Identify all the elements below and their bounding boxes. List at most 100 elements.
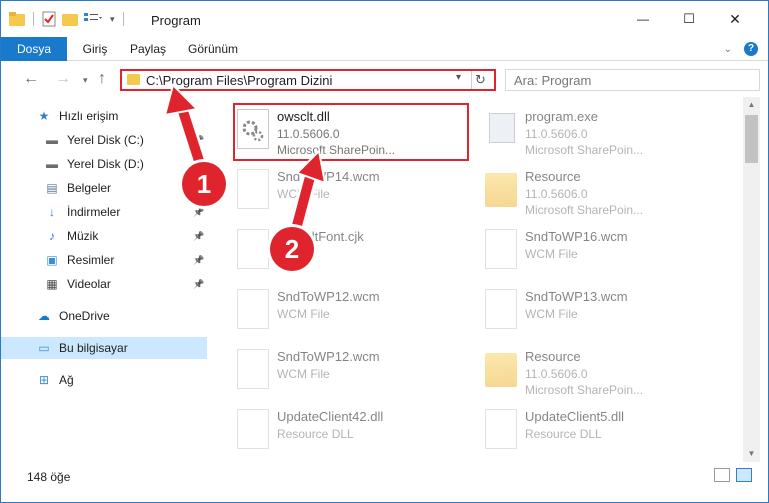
documents-icon: ▤	[46, 181, 58, 195]
sidebar-item-label: Bu bilgisayar	[59, 341, 128, 355]
back-arrow-icon[interactable]: ←	[23, 70, 39, 88]
sidebar-item[interactable]: ☁ OneDrive	[1, 305, 207, 327]
file-name: SndToWP16.wcm	[525, 229, 628, 244]
scroll-down-icon[interactable]: ▼	[743, 446, 760, 462]
sidebar-item-label: Ağ	[59, 373, 74, 387]
sidebar-item[interactable]: ▣ Resimler 📌	[1, 249, 207, 271]
file-item[interactable]: SndToWP12.wcm WCM File	[227, 283, 467, 339]
cloud-icon: ☁	[38, 309, 50, 323]
view-switcher	[714, 468, 752, 482]
file-item[interactable]: DefaultFont.cjk	[227, 223, 467, 279]
ribbon-tabs: Dosya Giriş Paylaş Görünüm ⌄ ?	[1, 37, 768, 61]
file-item[interactable]: UpdateClient42.dll Resource DLL	[227, 403, 467, 459]
minimize-icon: —	[637, 12, 649, 26]
chevron-down-icon[interactable]: ▾	[110, 14, 115, 25]
sidebar-item-label: Yerel Disk (D:)	[67, 157, 144, 171]
refresh-icon[interactable]: ↻	[475, 72, 486, 88]
address-path[interactable]: C:\Program Files\Program Dizini	[146, 73, 332, 88]
file-icon	[485, 409, 517, 449]
annotation-callout-2: 2	[270, 227, 314, 271]
sidebar-item[interactable]: ♪ Müzik 📌	[1, 225, 207, 247]
maximize-button[interactable]: ☐	[666, 1, 712, 37]
sidebar-item[interactable]: ▤Belgeler📌	[1, 177, 207, 199]
file-item[interactable]: SndToWP14.wcm WCM File	[227, 163, 467, 219]
quick-access-toolbar: ▾	[9, 11, 126, 27]
file-detail: WCM File	[277, 187, 330, 201]
folder-icon	[127, 74, 140, 85]
file-item[interactable]: SndToWP16.wcm WCM File	[475, 223, 715, 279]
file-item[interactable]: Resource 11.0.5606.0 Microsoft SharePoin..…	[475, 163, 715, 219]
pin-icon[interactable]: 📌	[193, 207, 204, 218]
file-item[interactable]: program.exe 11.0.5606.0 Microsoft SharePoi…	[475, 103, 715, 159]
file-name: SndToWP13.wcm	[525, 289, 628, 304]
tab-file[interactable]: Dosya	[1, 37, 67, 61]
customize-toolbar-icon[interactable]	[84, 12, 104, 26]
properties-icon[interactable]	[42, 11, 56, 27]
annotation-callout-1: 1	[182, 162, 226, 206]
sidebar-item[interactable]: ▬ Yerel Disk (C:) 📌	[1, 129, 207, 151]
details-view-icon[interactable]	[714, 468, 730, 482]
pin-icon[interactable]: 📌	[193, 231, 204, 242]
navigation-bar: ← → ▾ ↑ C:\Program Files\Program Dizini …	[1, 61, 768, 97]
expand-ribbon-icon[interactable]: ⌄	[724, 44, 732, 55]
folder-icon	[9, 12, 25, 26]
video-icon: ▦	[46, 277, 58, 291]
file-name: SndToWP12.wcm	[277, 349, 380, 364]
file-item[interactable]: SndToWP13.wcm WCM File	[475, 283, 715, 339]
tab-share[interactable]: Paylaş	[123, 37, 173, 61]
file-detail: Microsoft SharePoin...	[525, 203, 644, 217]
close-button[interactable]: ✕	[712, 1, 758, 37]
divider	[471, 71, 472, 89]
exe-icon	[489, 113, 515, 143]
tab-view[interactable]: Görünüm	[181, 37, 245, 61]
help-icon[interactable]: ?	[744, 42, 758, 56]
minimize-button[interactable]: —	[620, 1, 666, 37]
item-count: 148 öğe	[27, 470, 71, 484]
file-detail: 11.0.5606.0	[525, 367, 588, 381]
search-input[interactable]: Ara: Program	[505, 69, 760, 91]
pin-icon[interactable]: 📌	[193, 135, 204, 146]
drive-icon: ▬	[46, 157, 58, 171]
file-detail: WCM File	[525, 247, 578, 261]
file-name: Resource	[525, 169, 581, 184]
file-name: program.exe	[525, 109, 598, 124]
file-item[interactable]: Resource 11.0.5606.0 Microsoft SharePoin..…	[475, 343, 715, 399]
file-name: UpdateClient5.dll	[525, 409, 625, 424]
sidebar-item[interactable]: ↓ İndirmeler 📌	[1, 201, 207, 223]
sidebar-item[interactable]: ★ Hızlı erişim	[1, 105, 207, 127]
forward-arrow-icon[interactable]: →	[55, 70, 71, 88]
search-placeholder: Ara: Program	[514, 73, 592, 88]
sidebar-item[interactable]: ▦ Videolar 📌	[1, 273, 207, 295]
download-icon: ↓	[49, 205, 55, 219]
network-icon: ⊞	[38, 373, 50, 387]
file-item[interactable]: SndToWP12.wcm WCM File	[227, 343, 467, 399]
address-bar[interactable]: C:\Program Files\Program Dizini ▾ ↻	[120, 69, 496, 91]
new-folder-icon[interactable]	[62, 12, 78, 26]
sidebar-item-label: Videolar	[67, 277, 111, 291]
scroll-up-icon[interactable]: ▲	[743, 97, 760, 113]
file-name: SndToWP12.wcm	[277, 289, 380, 304]
sidebar-item[interactable]: ⊞ Ağ	[1, 369, 207, 391]
scrollbar-thumb[interactable]	[745, 115, 758, 163]
file-detail: Microsoft SharePoin...	[525, 383, 644, 397]
up-arrow-icon[interactable]: ↑	[98, 70, 106, 88]
sidebar-item-label: Hızlı erişim	[59, 109, 119, 123]
file-item[interactable]: UpdateClient5.dll Resource DLL	[475, 403, 715, 459]
chevron-down-icon[interactable]: ▾	[456, 72, 461, 83]
sidebar-item[interactable]: ▭ Bu bilgisayar	[1, 337, 207, 359]
file-detail: WCM File	[277, 307, 330, 321]
tiles-view-icon[interactable]	[736, 468, 752, 482]
pin-icon[interactable]: 📌	[193, 279, 204, 290]
sidebar-item[interactable]: ▬ Yerel Disk (D:)	[1, 153, 207, 175]
annotation-highlight-box	[233, 103, 469, 161]
file-icon	[237, 409, 269, 449]
sidebar-item-label: Resimler	[67, 253, 115, 267]
file-icon	[237, 229, 269, 269]
tab-home[interactable]: Giriş	[73, 37, 117, 61]
pin-icon[interactable]: 📌	[193, 255, 204, 266]
vertical-scrollbar[interactable]: ▲ ▼	[743, 97, 760, 462]
recent-locations-icon[interactable]: ▾	[83, 75, 88, 86]
sidebar-item-label: OneDrive	[59, 309, 110, 323]
file-detail: Resource DLL	[277, 427, 354, 441]
status-bar: 148 öğe	[1, 462, 768, 502]
